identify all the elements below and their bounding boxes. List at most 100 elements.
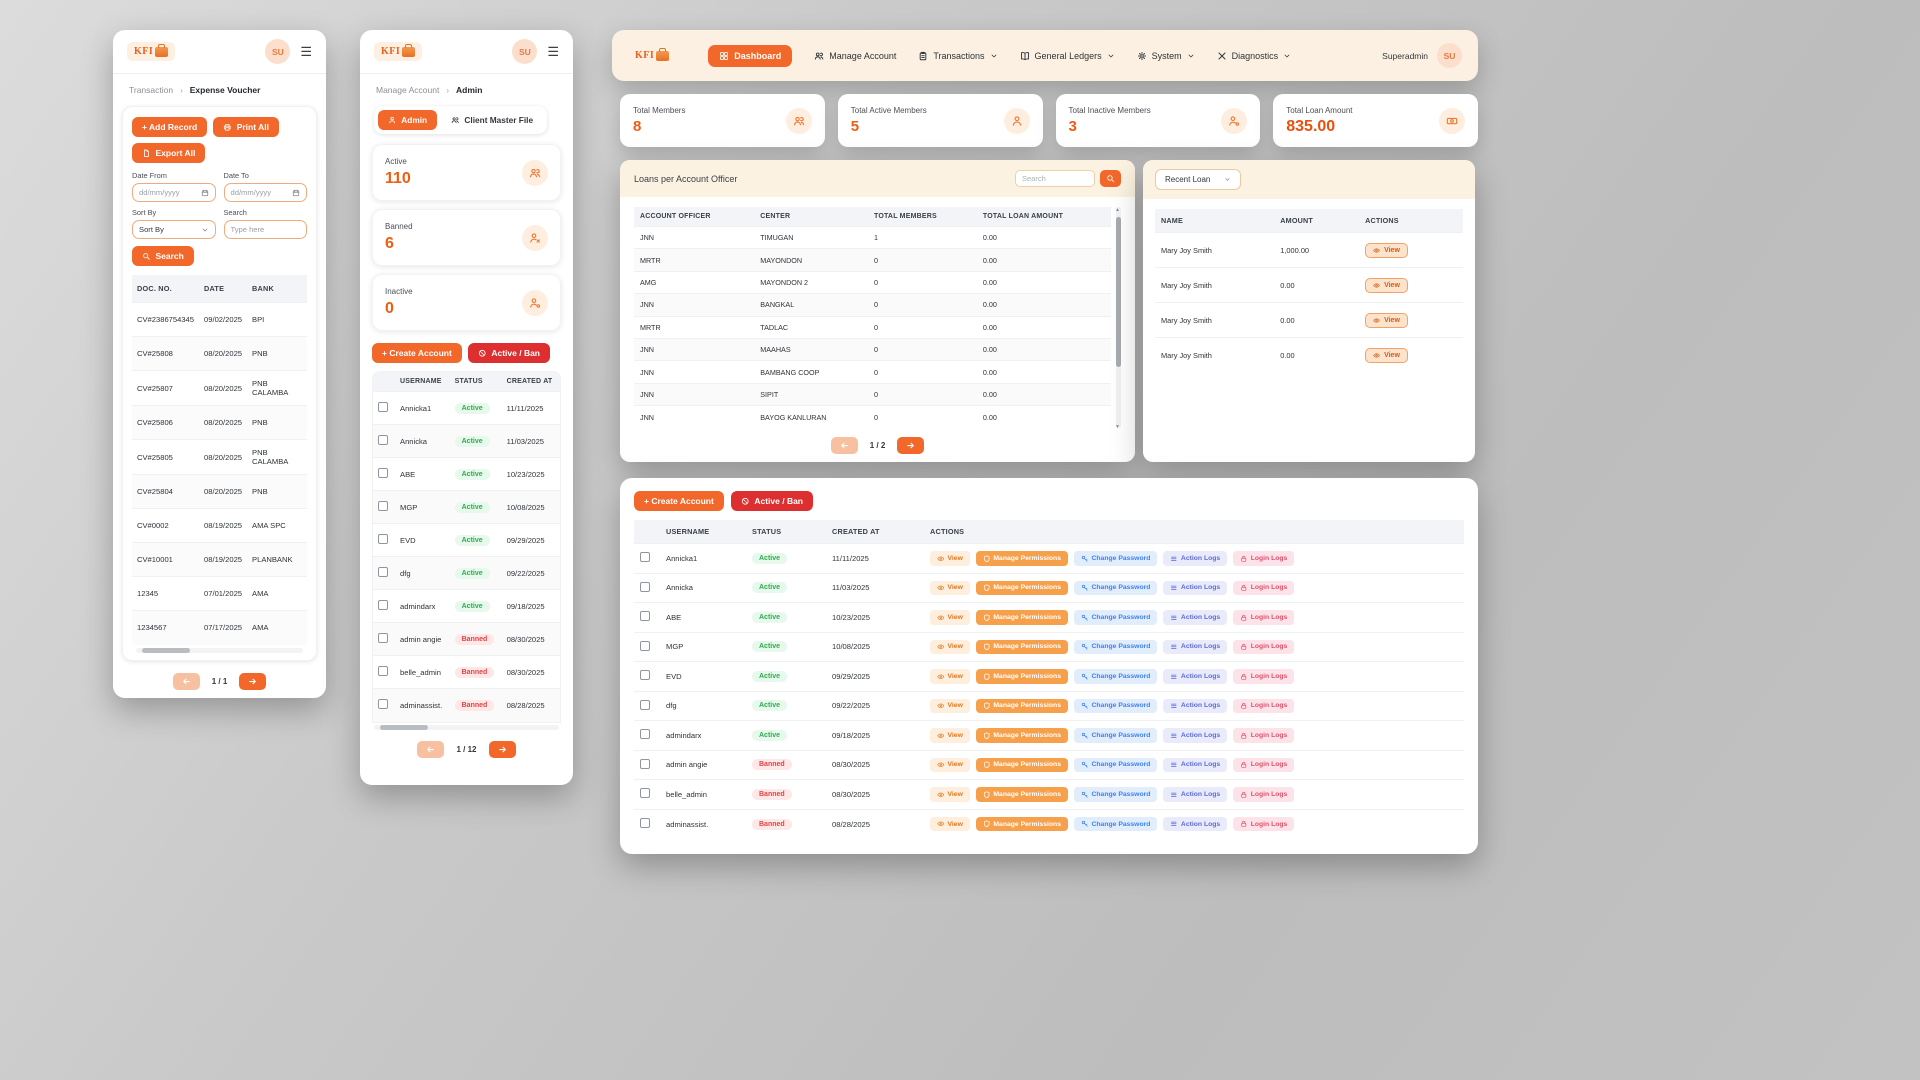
next-page-button[interactable]	[239, 673, 266, 690]
table-row[interactable]: JNNBAYOG KANLURAN00.00	[634, 406, 1111, 428]
table-row[interactable]: CV#2580508/20/2025PNB CALAMBA	[132, 440, 307, 475]
view-button[interactable]: View	[930, 787, 970, 802]
view-button[interactable]: View	[930, 610, 970, 625]
row-checkbox[interactable]	[378, 501, 388, 511]
view-button[interactable]: View	[930, 699, 970, 714]
view-button[interactable]: View	[930, 581, 970, 596]
avatar[interactable]: SU	[1437, 43, 1462, 68]
view-button[interactable]: View	[1365, 313, 1408, 328]
view-button[interactable]: View	[930, 551, 970, 566]
table-row[interactable]: MRTRTADLAC00.00	[634, 316, 1111, 338]
tab-admin[interactable]: Admin	[378, 110, 437, 130]
avatar[interactable]: SU	[512, 39, 537, 64]
nav-item-dashboard[interactable]: Dashboard	[708, 45, 792, 67]
action-logs-button[interactable]: Action Logs	[1163, 640, 1227, 655]
avatar[interactable]: SU	[265, 39, 290, 64]
table-row[interactable]: JNNSIPIT00.00	[634, 383, 1111, 405]
table-row[interactable]: CV#1000108/19/2025PLANBANK	[132, 543, 307, 577]
row-checkbox[interactable]	[378, 402, 388, 412]
action-logs-button[interactable]: Action Logs	[1163, 758, 1227, 773]
view-button[interactable]: View	[1365, 348, 1408, 363]
row-checkbox[interactable]	[640, 670, 650, 680]
change-password-button[interactable]: Change Password	[1074, 728, 1157, 743]
row-checkbox[interactable]	[378, 666, 388, 676]
login-logs-button[interactable]: Login Logs	[1233, 669, 1294, 684]
row-checkbox[interactable]	[378, 699, 388, 709]
manage-permissions-button[interactable]: Manage Permissions	[976, 728, 1068, 743]
menu-icon[interactable]: ☰	[300, 44, 312, 60]
login-logs-button[interactable]: Login Logs	[1233, 758, 1294, 773]
row-checkbox[interactable]	[378, 468, 388, 478]
action-logs-button[interactable]: Action Logs	[1163, 551, 1227, 566]
action-logs-button[interactable]: Action Logs	[1163, 581, 1227, 596]
view-button[interactable]: View	[930, 728, 970, 743]
manage-permissions-button[interactable]: Manage Permissions	[976, 669, 1068, 684]
manage-permissions-button[interactable]: Manage Permissions	[976, 787, 1068, 802]
nav-item-diagnostics[interactable]: Diagnostics	[1217, 51, 1292, 61]
login-logs-button[interactable]: Login Logs	[1233, 640, 1294, 655]
row-checkbox[interactable]	[378, 435, 388, 445]
change-password-button[interactable]: Change Password	[1074, 581, 1157, 596]
login-logs-button[interactable]: Login Logs	[1233, 699, 1294, 714]
manage-permissions-button[interactable]: Manage Permissions	[976, 581, 1068, 596]
nav-item-system[interactable]: System	[1137, 51, 1195, 61]
view-button[interactable]: View	[930, 640, 970, 655]
table-row[interactable]: 1234507/01/2025AMA	[132, 577, 307, 611]
table-row[interactable]: CV#2580608/20/2025PNB	[132, 406, 307, 440]
action-logs-button[interactable]: Action Logs	[1163, 610, 1227, 625]
view-button[interactable]: View	[930, 758, 970, 773]
horizontal-scrollbar[interactable]	[374, 725, 559, 730]
change-password-button[interactable]: Change Password	[1074, 669, 1157, 684]
tab-client-master-file[interactable]: Client Master File	[441, 110, 543, 130]
table-row[interactable]: JNNMAAHAS00.00	[634, 338, 1111, 360]
row-checkbox[interactable]	[378, 534, 388, 544]
row-checkbox[interactable]	[640, 729, 650, 739]
view-button[interactable]: View	[930, 669, 970, 684]
row-checkbox[interactable]	[640, 818, 650, 828]
loan-filter-select[interactable]: Recent Loan	[1155, 169, 1241, 190]
add-record-button[interactable]: + Add Record	[132, 117, 207, 137]
login-logs-button[interactable]: Login Logs	[1233, 581, 1294, 596]
menu-icon[interactable]: ☰	[547, 44, 559, 60]
search-button[interactable]: Search	[132, 246, 194, 266]
manage-permissions-button[interactable]: Manage Permissions	[976, 758, 1068, 773]
table-row[interactable]: CV#238675434509/02/2025BPI	[132, 303, 307, 337]
next-page-button[interactable]	[489, 741, 516, 758]
manage-permissions-button[interactable]: Manage Permissions	[976, 551, 1068, 566]
sort-by-select[interactable]: Sort By	[132, 220, 216, 239]
table-row[interactable]: CV#000208/19/2025AMA SPC	[132, 509, 307, 543]
previous-page-button[interactable]	[417, 741, 444, 758]
change-password-button[interactable]: Change Password	[1074, 787, 1157, 802]
horizontal-scrollbar[interactable]	[136, 648, 303, 653]
manage-permissions-button[interactable]: Manage Permissions	[976, 640, 1068, 655]
print-all-button[interactable]: Print All	[213, 117, 279, 137]
manage-permissions-button[interactable]: Manage Permissions	[976, 699, 1068, 714]
breadcrumb-parent[interactable]: Manage Account	[376, 85, 439, 95]
row-checkbox[interactable]	[640, 759, 650, 769]
manage-permissions-button[interactable]: Manage Permissions	[976, 610, 1068, 625]
row-checkbox[interactable]	[640, 788, 650, 798]
search-input[interactable]: Type here	[224, 220, 308, 239]
action-logs-button[interactable]: Action Logs	[1163, 787, 1227, 802]
row-checkbox[interactable]	[640, 552, 650, 562]
login-logs-button[interactable]: Login Logs	[1233, 728, 1294, 743]
action-logs-button[interactable]: Action Logs	[1163, 669, 1227, 684]
action-logs-button[interactable]: Action Logs	[1163, 728, 1227, 743]
change-password-button[interactable]: Change Password	[1074, 817, 1157, 832]
table-row[interactable]: AMGMAYONDON 200.00	[634, 271, 1111, 293]
login-logs-button[interactable]: Login Logs	[1233, 817, 1294, 832]
change-password-button[interactable]: Change Password	[1074, 610, 1157, 625]
previous-page-button[interactable]	[831, 437, 858, 454]
change-password-button[interactable]: Change Password	[1074, 551, 1157, 566]
action-logs-button[interactable]: Action Logs	[1163, 699, 1227, 714]
date-from-input[interactable]: dd/mm/yyyy	[132, 183, 216, 202]
view-button[interactable]: View	[1365, 243, 1408, 258]
table-row[interactable]: JNNTIMUGAN10.00	[634, 227, 1111, 249]
table-row[interactable]: CV#2580408/20/2025PNB	[132, 475, 307, 509]
login-logs-button[interactable]: Login Logs	[1233, 610, 1294, 625]
search-input[interactable]	[1015, 170, 1095, 187]
row-checkbox[interactable]	[378, 600, 388, 610]
create-account-button[interactable]: + Create Account	[634, 491, 724, 511]
change-password-button[interactable]: Change Password	[1074, 699, 1157, 714]
row-checkbox[interactable]	[640, 582, 650, 592]
